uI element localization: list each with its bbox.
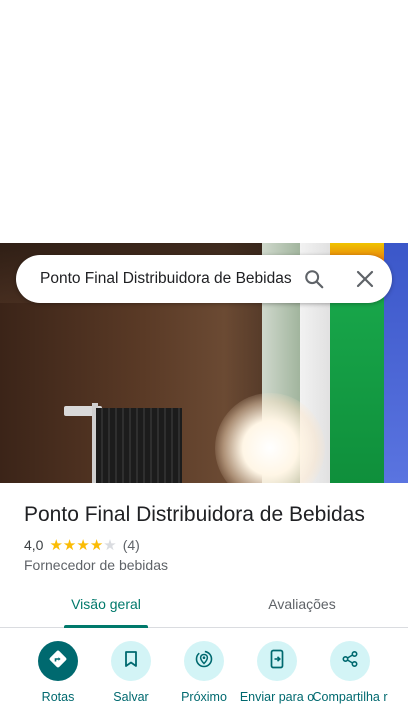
nearby-button[interactable]: Próximo — [164, 640, 244, 726]
directions-icon — [48, 649, 68, 674]
map-area-blank — [0, 0, 408, 243]
place-tabs: Visão geral Avaliações — [0, 588, 408, 628]
photo-door — [96, 408, 182, 483]
close-icon[interactable] — [349, 263, 381, 295]
star-icon: ★ — [76, 536, 90, 554]
star-icon: ★ — [62, 536, 77, 554]
share-icon — [341, 650, 359, 673]
place-title: Ponto Final Distribuidora de Bebidas — [24, 503, 365, 526]
send-to-phone-button[interactable]: Enviar para o — [237, 640, 317, 726]
bookmark-icon — [123, 650, 139, 673]
search-icon[interactable] — [298, 263, 330, 295]
share-button[interactable]: Compartilha r — [310, 640, 390, 726]
star-icon: ★ — [89, 536, 104, 554]
action-buttons: Rotas Salvar Próximo Enviar para o Compa… — [0, 640, 408, 726]
rating-row[interactable]: 4,0 ★ ★ ★ ★ ★ (4) — [24, 536, 140, 554]
search-input[interactable]: Ponto Final Distribuidora de Bebidas — [40, 269, 304, 289]
directions-button[interactable]: Rotas — [18, 640, 98, 726]
search-bar[interactable]: Ponto Final Distribuidora de Bebidas — [16, 255, 392, 303]
save-label: Salvar — [113, 690, 149, 704]
tab-overview[interactable]: Visão geral — [58, 588, 154, 628]
nearby-icon — [194, 649, 214, 674]
save-button[interactable]: Salvar — [91, 640, 171, 726]
star-icon: ★ — [49, 536, 63, 554]
send-to-phone-icon — [269, 649, 285, 674]
tab-selected-indicator — [64, 625, 148, 628]
tab-overview-label: Visão geral — [71, 596, 141, 612]
star-icon: ★ — [103, 536, 117, 554]
tab-reviews-label: Avaliações — [268, 596, 336, 612]
rating-value: 4,0 — [24, 537, 44, 553]
star-rating: ★ ★ ★ ★ ★ — [49, 538, 116, 553]
review-count[interactable]: (4) — [123, 537, 140, 553]
tab-reviews[interactable]: Avaliações — [250, 588, 354, 628]
share-label: Compartilha r — [312, 690, 388, 704]
directions-label: Rotas — [41, 690, 75, 704]
send-to-phone-label: Enviar para o — [239, 690, 315, 704]
nearby-label: Próximo — [181, 690, 227, 704]
place-category: Fornecedor de bebidas — [24, 557, 168, 573]
